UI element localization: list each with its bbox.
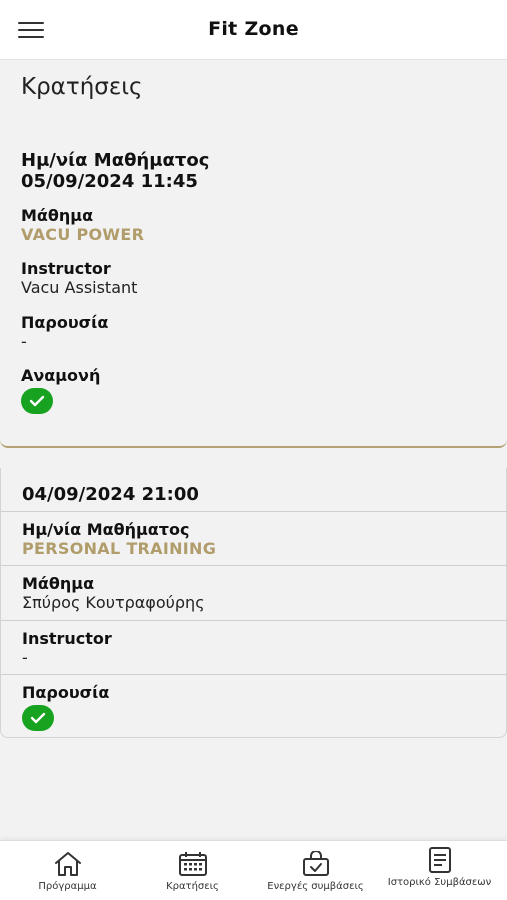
date-value: PERSONAL TRAINING bbox=[22, 539, 217, 558]
bag-check-icon bbox=[302, 851, 329, 876]
instructor-value: Vacu Assistant bbox=[21, 278, 138, 297]
instructor-value: - bbox=[22, 648, 28, 667]
lesson-field: Μάθημα VACU POWER bbox=[21, 206, 144, 245]
divider bbox=[1, 511, 507, 512]
booking-datetime: 04/09/2024 21:00 bbox=[22, 484, 199, 505]
tab-label: Ενεργές συμβάσεις bbox=[267, 881, 364, 892]
check-icon bbox=[21, 388, 53, 414]
date-field: Ημ/νία Μαθήματος PERSONAL TRAINING bbox=[22, 520, 216, 559]
app-title: Fit Zone bbox=[208, 18, 299, 40]
lesson-label: Μάθημα bbox=[22, 574, 95, 593]
document-icon bbox=[428, 847, 451, 873]
waiting-field: Αναμονή bbox=[21, 366, 100, 414]
home-icon bbox=[54, 852, 81, 876]
divider bbox=[1, 674, 507, 675]
booking-card: Ημ/νία Μαθήματος 05/09/2024 11:45 Μάθημα… bbox=[0, 118, 507, 448]
attendance-field: Παρουσία bbox=[22, 683, 109, 731]
instructor-field: Instructor - bbox=[22, 629, 112, 668]
attendance-label: Παρουσία bbox=[22, 683, 110, 702]
page-title: Κρατήσεις bbox=[21, 74, 143, 100]
divider bbox=[1, 565, 507, 566]
tab-label: Ιστορικό Συμβάσεων bbox=[387, 877, 492, 888]
lesson-label: Μάθημα bbox=[21, 206, 94, 225]
lesson-field: Μάθημα Σπύρος Κουτραφούρης bbox=[22, 574, 205, 613]
tab-label: Πρόγραμμα bbox=[38, 881, 97, 892]
calendar-icon bbox=[178, 852, 207, 876]
attendance-label: Παρουσία bbox=[21, 313, 109, 332]
booking-card: 04/09/2024 21:00 Ημ/νία Μαθήματος PERSON… bbox=[0, 468, 507, 738]
attendance-value: - bbox=[21, 332, 27, 351]
lesson-value: VACU POWER bbox=[21, 225, 145, 244]
tab-program[interactable]: Πρόγραμμα bbox=[4, 841, 131, 900]
instructor-label: Instructor bbox=[21, 259, 111, 278]
instructor-label: Instructor bbox=[22, 629, 112, 648]
waiting-label: Αναμονή bbox=[21, 366, 101, 385]
booking-header: 04/09/2024 21:00 bbox=[22, 484, 199, 505]
lesson-value: Σπύρος Κουτραφούρης bbox=[22, 593, 205, 612]
app-header: Fit Zone bbox=[0, 0, 507, 60]
check-icon bbox=[22, 705, 54, 731]
tab-contract-history[interactable]: Ιστορικό Συμβάσεων bbox=[376, 841, 503, 900]
bottom-tab-bar: Πρόγραμμα Κρατήσεις Ενεργές συμβάσεις Ισ… bbox=[0, 840, 507, 900]
tab-label: Κρατήσεις bbox=[166, 881, 219, 892]
date-label: Ημ/νία Μαθήματος bbox=[21, 150, 210, 171]
date-label: Ημ/νία Μαθήματος bbox=[22, 520, 190, 539]
date-field: Ημ/νία Μαθήματος 05/09/2024 11:45 bbox=[21, 150, 209, 192]
attendance-field: Παρουσία - bbox=[21, 313, 108, 352]
tab-active-contracts[interactable]: Ενεργές συμβάσεις bbox=[252, 841, 379, 900]
tab-bookings[interactable]: Κρατήσεις bbox=[129, 841, 256, 900]
divider bbox=[1, 620, 507, 621]
date-value: 05/09/2024 11:45 bbox=[21, 171, 198, 192]
instructor-field: Instructor Vacu Assistant bbox=[21, 259, 137, 298]
